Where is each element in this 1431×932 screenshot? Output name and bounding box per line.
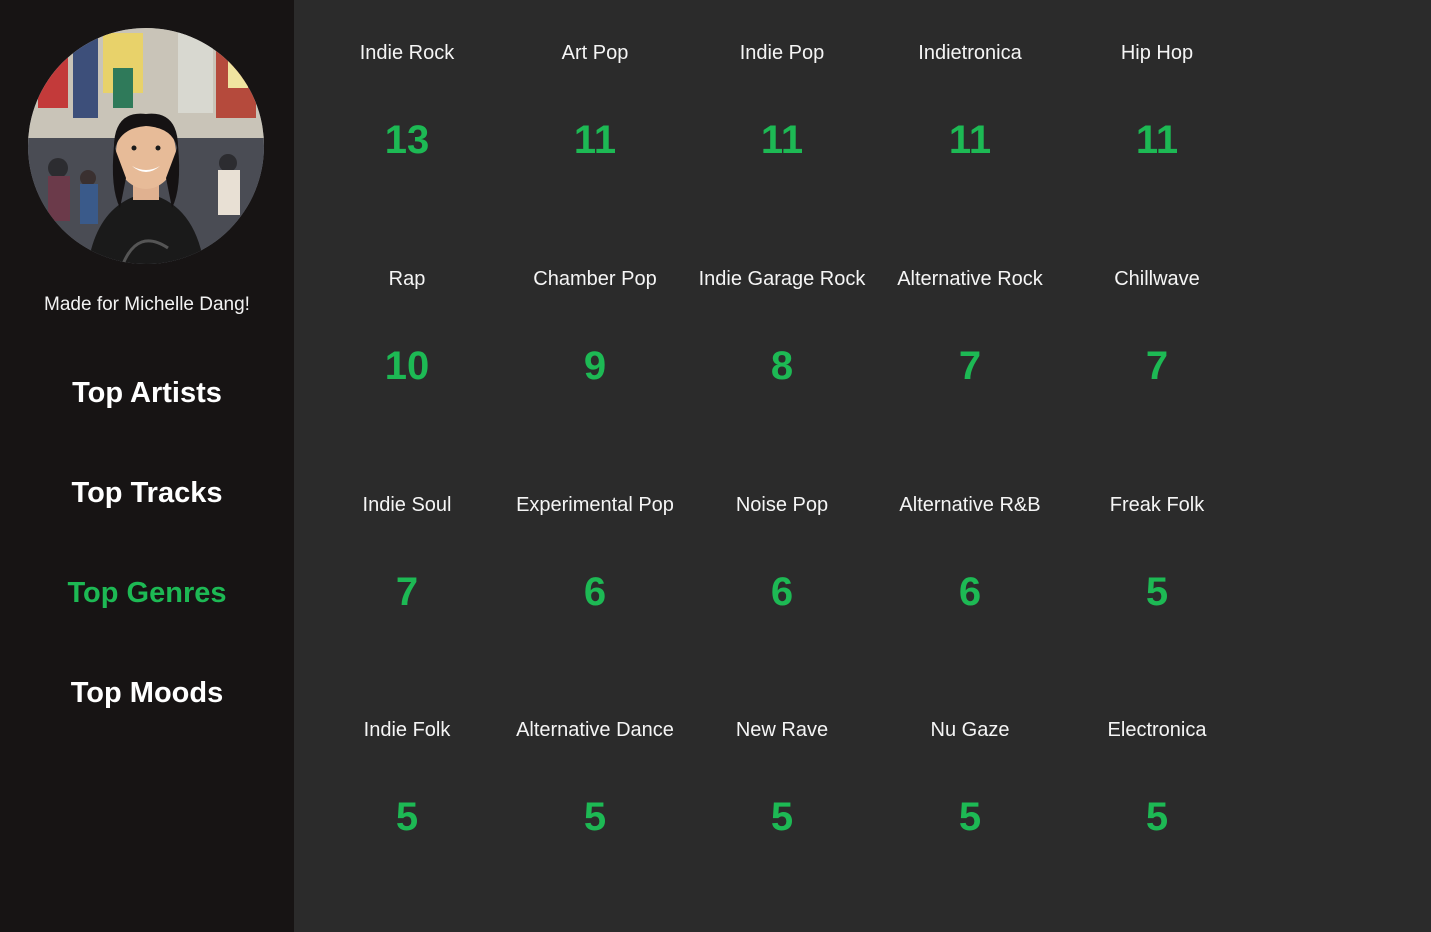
- genre-count: 5: [395, 795, 419, 839]
- nav-top-moods[interactable]: Top Moods: [0, 677, 294, 710]
- genre-name: Indie Rock: [359, 42, 455, 64]
- genre-count: 9: [583, 344, 607, 388]
- genre-card: Nu Gaze 5: [876, 717, 1064, 837]
- genre-card: Rap 10: [313, 266, 501, 386]
- genre-name: New Rave: [735, 719, 829, 741]
- genre-count: 11: [760, 118, 804, 162]
- genre-count: 6: [583, 570, 607, 614]
- genre-card: Alternative Rock 7: [876, 266, 1064, 386]
- genre-count: 11: [948, 118, 992, 162]
- genre-name: Hip Hop: [1120, 42, 1194, 64]
- genre-count: 11: [1135, 118, 1179, 162]
- genre-name: Rap: [388, 268, 426, 290]
- genre-card: Noise Pop 6: [688, 492, 876, 612]
- genre-card: Alternative Dance 5: [501, 717, 689, 837]
- genre-card: Electronica 5: [1063, 717, 1251, 837]
- genre-count: 5: [583, 795, 607, 839]
- genre-name: Noise Pop: [735, 494, 829, 516]
- genre-card: Alternative R&B 6: [876, 492, 1064, 612]
- genre-name: Indie Garage Rock: [698, 268, 866, 290]
- genre-count: 7: [395, 570, 419, 614]
- genre-count: 5: [770, 795, 794, 839]
- genre-count: 5: [1145, 570, 1169, 614]
- genre-name: Indie Pop: [739, 42, 825, 64]
- genre-card: New Rave 5: [688, 717, 876, 837]
- nav-top-artists[interactable]: Top Artists: [0, 377, 294, 410]
- genre-name: Indie Folk: [363, 719, 451, 741]
- genre-card: Indie Garage Rock 8: [688, 266, 876, 386]
- genre-count: 7: [1145, 344, 1169, 388]
- genre-count: 7: [958, 344, 982, 388]
- nav-top-genres[interactable]: Top Genres: [0, 577, 294, 610]
- genre-name: Experimental Pop: [516, 494, 674, 516]
- genre-count: 10: [384, 344, 430, 388]
- genre-count: 6: [958, 570, 982, 614]
- genre-count: 5: [1145, 795, 1169, 839]
- genre-name: Chillwave: [1114, 268, 1200, 290]
- genre-card: Indie Rock 13: [313, 40, 501, 160]
- genre-card: Experimental Pop 6: [501, 492, 689, 612]
- genre-name: Nu Gaze: [930, 719, 1010, 741]
- nav-top-tracks[interactable]: Top Tracks: [0, 477, 294, 510]
- genre-card: Chamber Pop 9: [501, 266, 689, 386]
- app: Made for Michelle Dang! Top Artists Top …: [0, 0, 1431, 932]
- genre-card: Indie Folk 5: [313, 717, 501, 837]
- genre-name: Art Pop: [561, 42, 629, 64]
- genre-name: Alternative Dance: [516, 719, 674, 741]
- genre-name: Electronica: [1107, 719, 1207, 741]
- genre-name: Alternative R&B: [899, 494, 1041, 516]
- genre-card: Indie Soul 7: [313, 492, 501, 612]
- avatar: [28, 28, 264, 264]
- genre-card: Indie Pop 11: [688, 40, 876, 160]
- genre-count: 5: [958, 795, 982, 839]
- genre-name: Chamber Pop: [533, 268, 657, 290]
- genre-count: 8: [770, 344, 794, 388]
- genre-card: Indietronica 11: [876, 40, 1064, 160]
- made-for-caption: Made for Michelle Dang!: [44, 294, 250, 315]
- genre-name: Freak Folk: [1109, 494, 1205, 516]
- genre-count: 6: [770, 570, 794, 614]
- genre-name: Indietronica: [918, 42, 1022, 64]
- genre-card: Hip Hop 11: [1063, 40, 1251, 160]
- genre-card: Freak Folk 5: [1063, 492, 1251, 612]
- genre-count: 11: [573, 118, 617, 162]
- genre-name: Indie Soul: [362, 494, 452, 516]
- genre-card: Art Pop 11: [501, 40, 689, 160]
- genre-count: 13: [384, 118, 430, 162]
- genres-grid: Indie Rock 13 Art Pop 11 Indie Pop 11 Indietro…: [294, 0, 1431, 932]
- genre-name: Alternative Rock: [897, 268, 1043, 290]
- sidebar: Made for Michelle Dang! Top Artists Top …: [0, 0, 294, 932]
- genre-card: Chillwave 7: [1063, 266, 1251, 386]
